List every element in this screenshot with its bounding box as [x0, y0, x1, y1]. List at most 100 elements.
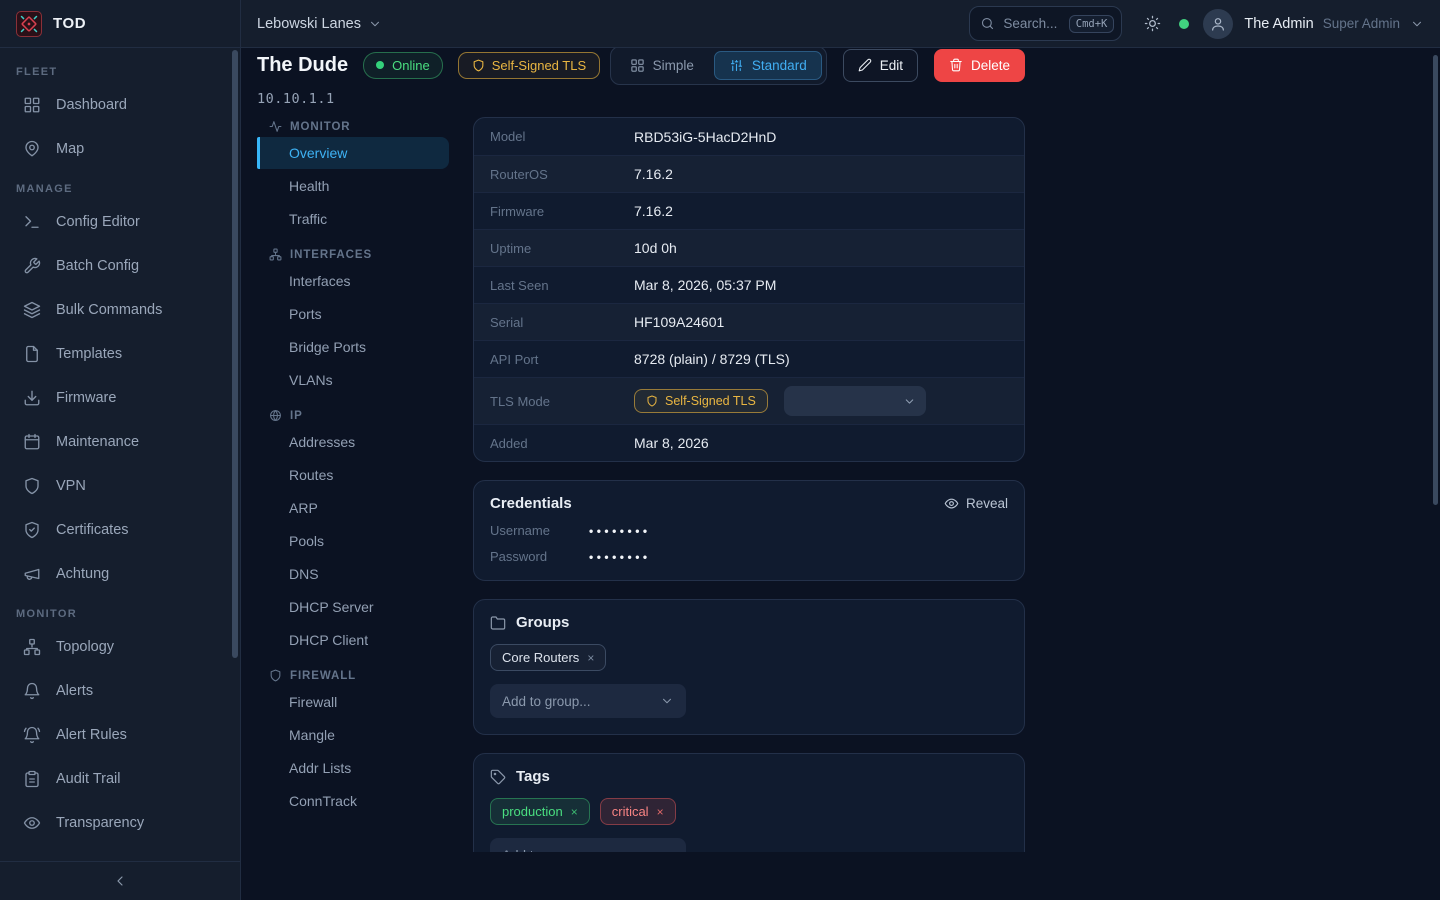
- network-icon: [269, 248, 282, 261]
- sidebar-item-topology[interactable]: Topology: [0, 625, 240, 669]
- sidebar-item-firmware[interactable]: Firmware: [0, 376, 240, 420]
- credential-row-password: Password ••••••••: [490, 549, 1008, 564]
- tags-panel: Tags production × critical ×: [473, 753, 1025, 852]
- sidebar-item-label: Audit Trail: [56, 771, 120, 787]
- activity-icon: [269, 120, 282, 133]
- subnav-item-firewall[interactable]: Firewall: [257, 686, 449, 718]
- subnav-item-vlans[interactable]: VLANs: [257, 364, 449, 396]
- avatar[interactable]: [1203, 9, 1233, 39]
- subnav-item-addresses[interactable]: Addresses: [257, 426, 449, 458]
- kv-row-last-seen: Last Seen Mar 8, 2026, 05:37 PM: [474, 266, 1024, 303]
- page-scrollbar[interactable]: [1433, 55, 1438, 505]
- delete-button[interactable]: Delete: [934, 49, 1025, 82]
- kv-value: RBD53iG-5HacD2HnD: [634, 129, 776, 145]
- reveal-button[interactable]: Reveal: [944, 496, 1008, 511]
- tenant-selector[interactable]: Lebowski Lanes: [257, 16, 382, 32]
- globe-icon: [269, 409, 282, 422]
- sidebar-item-label: Certificates: [56, 522, 129, 538]
- remove-group-button[interactable]: ×: [587, 652, 594, 664]
- subnav-section-label: MONITOR: [290, 121, 351, 133]
- sidebar-item-dashboard[interactable]: Dashboard: [0, 83, 240, 127]
- subnav-item-arp[interactable]: ARP: [257, 492, 449, 524]
- search-input[interactable]: Search... Cmd+K: [969, 6, 1122, 41]
- subnav-item-dhcp-server[interactable]: DHCP Server: [257, 591, 449, 623]
- sidebar-item-transparency[interactable]: Transparency: [0, 801, 240, 845]
- chevron-down-icon: [368, 17, 382, 31]
- tls-mode-select[interactable]: [784, 386, 926, 416]
- sidebar-collapse-button[interactable]: [0, 861, 240, 900]
- kv-row-uptime: Uptime 10d 0h: [474, 229, 1024, 266]
- sidebar-item-alerts[interactable]: Alerts: [0, 669, 240, 713]
- shield-check-icon: [23, 521, 41, 539]
- tag-chip-label: critical: [612, 804, 649, 819]
- sidebar-scrollbar[interactable]: [232, 50, 238, 658]
- tag-icon: [490, 769, 506, 785]
- subnav-item-ports[interactable]: Ports: [257, 298, 449, 330]
- credentials-title: Credentials: [490, 495, 572, 512]
- sidebar-item-config-editor[interactable]: Config Editor: [0, 200, 240, 244]
- add-tag-placeholder: Add tag...: [502, 848, 560, 853]
- kv-row-firmware: Firmware 7.16.2: [474, 192, 1024, 229]
- remove-tag-button[interactable]: ×: [571, 806, 578, 818]
- sidebar-item-batch-config[interactable]: Batch Config: [0, 244, 240, 288]
- credential-masked-value: ••••••••: [589, 550, 651, 564]
- subnav-item-overview[interactable]: Overview: [257, 137, 449, 169]
- subnav-item-traffic[interactable]: Traffic: [257, 203, 449, 235]
- subnav-item-pools[interactable]: Pools: [257, 525, 449, 557]
- online-dot-icon: [376, 61, 384, 69]
- subnav-item-interfaces[interactable]: Interfaces: [257, 265, 449, 297]
- chevron-down-icon: [660, 694, 674, 708]
- wrench-icon: [23, 257, 41, 275]
- add-to-group-select[interactable]: Add to group...: [490, 684, 686, 718]
- subnav-item-conntrack[interactable]: ConnTrack: [257, 785, 449, 817]
- subnav-item-dhcp-client[interactable]: DHCP Client: [257, 624, 449, 656]
- subnav-item-addr-lists[interactable]: Addr Lists: [257, 752, 449, 784]
- kv-value: 10d 0h: [634, 240, 677, 256]
- layers-icon: [23, 301, 41, 319]
- kv-label: API Port: [490, 352, 634, 367]
- subnav-item-mangle[interactable]: Mangle: [257, 719, 449, 751]
- chevron-down-icon: [1410, 17, 1424, 31]
- kv-row-added: Added Mar 8, 2026: [474, 424, 1024, 461]
- sidebar-item-label: Achtung: [56, 566, 109, 582]
- sidebar-item-label: Topology: [56, 639, 114, 655]
- network-icon: [23, 638, 41, 656]
- user-menu-button[interactable]: [1410, 17, 1424, 31]
- sidebar-item-bulk-commands[interactable]: Bulk Commands: [0, 288, 240, 332]
- subnav-item-health[interactable]: Health: [257, 170, 449, 202]
- credential-masked-value: ••••••••: [589, 524, 651, 538]
- sidebar-item-achtung[interactable]: Achtung: [0, 552, 240, 596]
- sidebar-item-alert-rules[interactable]: Alert Rules: [0, 713, 240, 757]
- kv-label: Firmware: [490, 204, 634, 219]
- sidebar-item-label: Templates: [56, 346, 122, 362]
- sidebar-item-certificates[interactable]: Certificates: [0, 508, 240, 552]
- pencil-icon: [858, 58, 872, 72]
- sidebar-item-maintenance[interactable]: Maintenance: [0, 420, 240, 464]
- sidebar-section-fleet: FLEET: [0, 66, 240, 78]
- sidebar-item-label: Bulk Commands: [56, 302, 162, 318]
- sidebar-item-vpn[interactable]: VPN: [0, 464, 240, 508]
- subnav-item-bridge-ports[interactable]: Bridge Ports: [257, 331, 449, 363]
- sidebar-item-label: Dashboard: [56, 97, 127, 113]
- view-toggle-simple[interactable]: Simple: [615, 51, 709, 80]
- subnav-section-ip: IP: [257, 409, 449, 422]
- kv-label: Model: [490, 129, 634, 144]
- theme-toggle-button[interactable]: [1144, 15, 1161, 32]
- sidebar-item-audit-trail[interactable]: Audit Trail: [0, 757, 240, 801]
- sidebar-item-label: VPN: [56, 478, 86, 494]
- subnav-item-routes[interactable]: Routes: [257, 459, 449, 491]
- kv-label: Added: [490, 436, 634, 451]
- shield-icon: [472, 59, 485, 72]
- kv-row-api-port: API Port 8728 (plain) / 8729 (TLS): [474, 340, 1024, 377]
- kv-value: Mar 8, 2026, 05:37 PM: [634, 277, 776, 293]
- subnav-item-dns[interactable]: DNS: [257, 558, 449, 590]
- sidebar-item-templates[interactable]: Templates: [0, 332, 240, 376]
- edit-button[interactable]: Edit: [843, 49, 918, 82]
- add-tag-select[interactable]: Add tag...: [490, 838, 686, 852]
- user-icon: [1210, 16, 1226, 32]
- sidebar-item-map[interactable]: Map: [0, 127, 240, 171]
- view-toggle-standard[interactable]: Standard: [714, 51, 822, 80]
- device-header: The Dude Online Self-Signed TLS Simple: [257, 47, 1025, 83]
- tls-badge-label: Self-Signed TLS: [492, 58, 586, 73]
- remove-tag-button[interactable]: ×: [657, 806, 664, 818]
